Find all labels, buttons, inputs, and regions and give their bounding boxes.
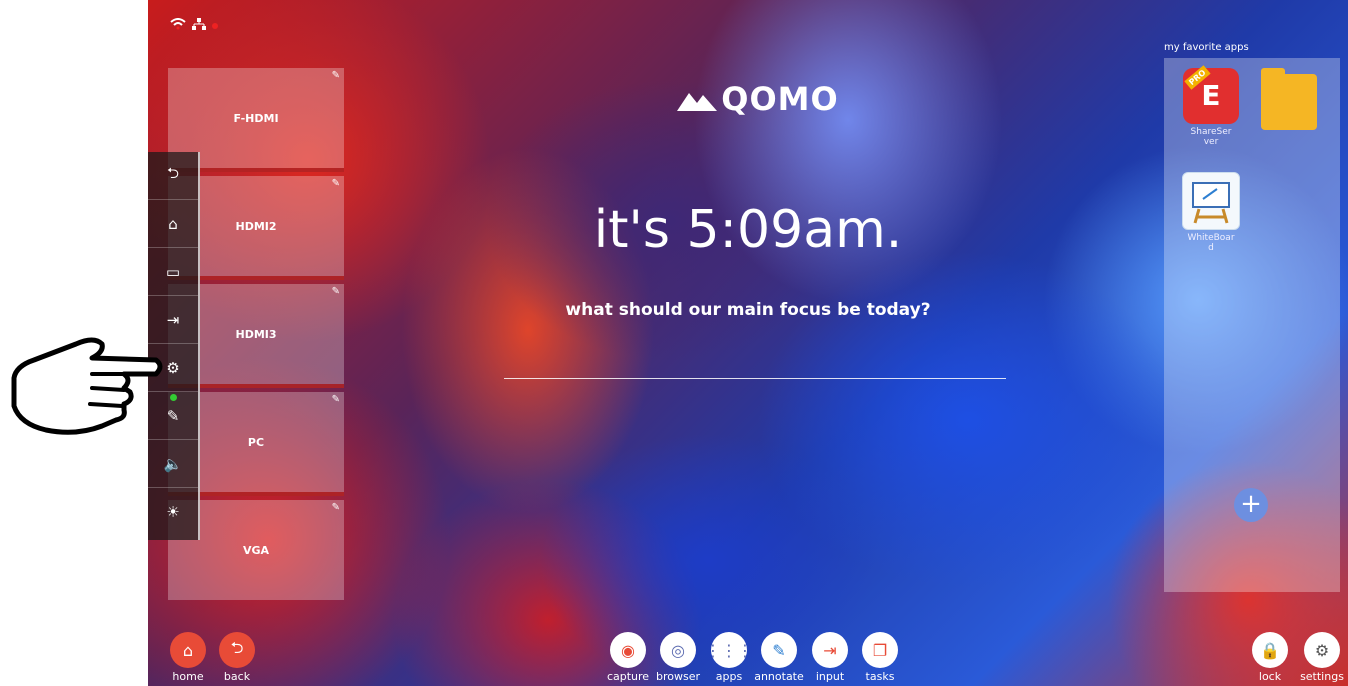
app-folder[interactable] [1256, 68, 1322, 133]
logo-mark-icon [677, 93, 718, 111]
shareserver-icon: E PRO [1183, 65, 1239, 124]
app-label: ShareSer ver [1190, 127, 1232, 147]
volume-icon: 🔈 [163, 454, 183, 473]
edit-icon[interactable]: ✎ [332, 70, 340, 81]
back-button[interactable]: ⮌ back [207, 632, 267, 683]
wifi-icon [170, 18, 186, 34]
edit-icon[interactable]: ✎ [332, 286, 340, 297]
app-shareserver[interactable]: E PRO ShareSer ver [1178, 65, 1244, 147]
capture-label: capture [606, 670, 650, 683]
edit-icon[interactable]: ✎ [332, 502, 340, 513]
input-label: input [815, 670, 845, 683]
home-icon: ⌂ [170, 632, 206, 668]
folder-icon [1261, 68, 1317, 130]
toolbar-brightness-button[interactable]: ☀ [148, 488, 198, 535]
source-label: VGA [242, 544, 270, 557]
desktop-screen: ✎ F-HDMI ✎ HDMI2 ✎ HDMI3 ✎ PC ✎ VGA ⮌ ⌂ … [148, 0, 1348, 686]
whiteboard-icon [1182, 172, 1240, 230]
lock-icon: 🔒 [1252, 632, 1288, 668]
edit-icon[interactable]: ✎ [332, 394, 340, 405]
favorites-title: my favorite apps [1164, 42, 1249, 53]
logo-text: QOMO [721, 80, 839, 118]
pointing-hand-icon [11, 337, 163, 435]
tasks-icon: ❐ [862, 632, 898, 668]
tasks-label: tasks [865, 670, 895, 683]
back-icon: ⮌ [219, 632, 255, 668]
annotate-label: annotate [754, 670, 804, 683]
apps-grid-icon: ⋮⋮⋮ [705, 632, 753, 668]
lock-button[interactable]: 🔒 lock [1240, 632, 1300, 683]
app-whiteboard[interactable]: WhiteBoar d [1178, 172, 1244, 253]
toolbar-back-button[interactable]: ⮌ [148, 152, 198, 200]
input-icon: ⇥ [812, 632, 848, 668]
browser-label: browser [655, 670, 700, 683]
network-icon [192, 18, 206, 34]
settings-button[interactable]: ⚙ settings [1292, 632, 1348, 683]
camera-icon: ◉ [610, 632, 646, 668]
add-app-button[interactable]: + [1234, 488, 1268, 522]
browser-icon: ◎ [660, 632, 696, 668]
status-bar [170, 18, 218, 34]
toolbar-volume-button[interactable]: 🔈 [148, 440, 198, 488]
back-label: back [223, 670, 251, 683]
brightness-icon: ☀ [166, 502, 180, 521]
display-icon: ▭ [165, 262, 181, 281]
gear-icon: ⚙ [1304, 632, 1340, 668]
tasks-button[interactable]: ❐ tasks [850, 632, 910, 683]
network-status-dot [212, 23, 218, 29]
pen-icon: ✎ [761, 632, 797, 668]
active-indicator [170, 394, 177, 401]
plus-icon: + [1240, 489, 1262, 519]
apps-label: apps [715, 670, 743, 683]
pen-icon: ✎ [166, 406, 180, 425]
edit-icon[interactable]: ✎ [332, 178, 340, 189]
source-label: F-HDMI [233, 112, 279, 125]
focus-input[interactable] [504, 340, 1006, 379]
lock-label: lock [1258, 670, 1282, 683]
back-arrow-icon: ⮌ [166, 164, 179, 182]
gear-icon: ⚙ [166, 358, 180, 377]
settings-label: settings [1300, 670, 1344, 683]
qomo-logo: QOMO [653, 80, 863, 118]
app-label: WhiteBoar d [1187, 233, 1235, 253]
home-label: home [172, 670, 204, 683]
